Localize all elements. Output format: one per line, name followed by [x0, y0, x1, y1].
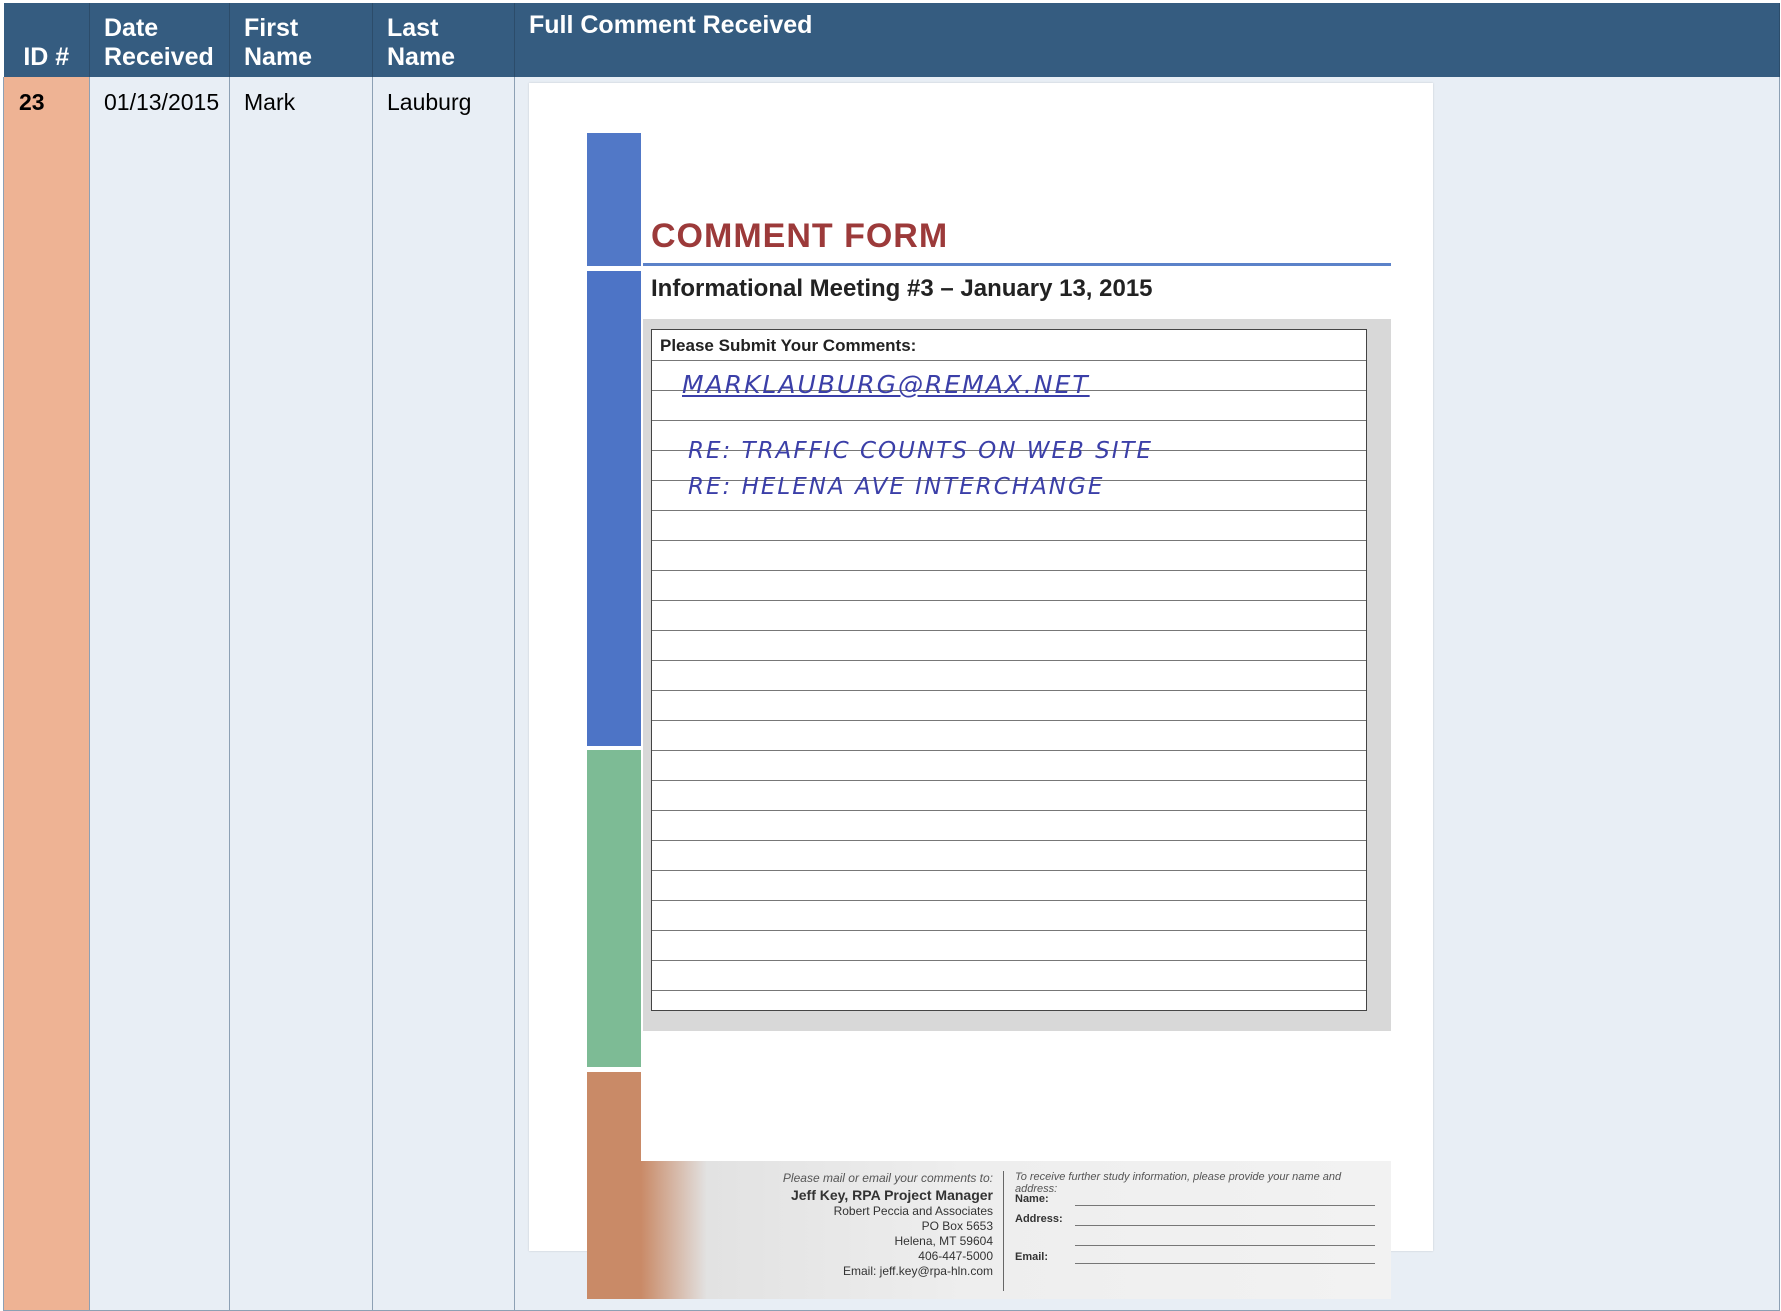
ruled-line — [652, 540, 1366, 541]
header-full-comment: Full Comment Received — [514, 3, 1780, 77]
comments-table: ID # Date Received First Name Last Name Ful… — [3, 3, 1780, 1311]
phone-number: 406-447-5000 — [918, 1249, 993, 1263]
cell-date-received: 01/13/2015 — [89, 77, 230, 1311]
ruled-line — [652, 510, 1366, 511]
contact-name: Jeff Key, RPA Project Manager — [790, 1187, 993, 1203]
green-side-bar — [587, 750, 641, 1067]
header-first-name: First Name — [229, 3, 373, 77]
blue-side-bar — [587, 133, 641, 266]
comment-box-label: Please Submit Your Comments: — [660, 336, 917, 355]
address-line — [1075, 1225, 1375, 1226]
po-box: PO Box 5653 — [921, 1219, 993, 1233]
comment-box: Please Submit Your Comments: MARKLAUBURG… — [651, 329, 1367, 1011]
ruled-line — [652, 570, 1366, 571]
address-label: Address: — [1015, 1213, 1063, 1225]
address-line — [1075, 1245, 1375, 1246]
cell-id: 23 — [3, 77, 90, 1311]
contact-email: Email: jeff.key@rpa-hln.com — [842, 1264, 993, 1278]
cell-full-comment: COMMENT FORM Informational Meeting #3 – … — [514, 77, 1780, 1311]
table-row: 23 01/13/2015 Mark Lauburg COMMENT FORM … — [3, 77, 1780, 1311]
ruled-line — [652, 780, 1366, 781]
ruled-line — [652, 840, 1366, 841]
ruled-line — [652, 630, 1366, 631]
name-label: Name: — [1015, 1193, 1049, 1205]
ruled-line — [652, 660, 1366, 661]
form-subtitle: Informational Meeting #3 – January 13, 2… — [651, 275, 1153, 302]
blue-side-bar — [587, 271, 641, 746]
ruled-line — [652, 750, 1366, 751]
cell-last-name: Lauburg — [372, 77, 515, 1311]
ruled-line — [652, 930, 1366, 931]
ruled-line — [652, 990, 1366, 991]
ruled-line — [652, 690, 1366, 691]
handwritten-email: MARKLAUBURG@REMAX.NET — [682, 370, 1090, 399]
ruled-line — [652, 420, 1366, 421]
header-id: ID # — [3, 3, 90, 77]
ruled-line — [652, 900, 1366, 901]
scanned-comment-form: COMMENT FORM Informational Meeting #3 – … — [529, 83, 1433, 1299]
ruled-line — [652, 870, 1366, 871]
company-name: Robert Peccia and Associates — [833, 1204, 993, 1218]
header-row: ID # Date Received First Name Last Name Ful… — [3, 3, 1780, 77]
city-state-zip: Helena, MT 59604 — [894, 1234, 993, 1248]
mail-prompt: Please mail or email your comments to: — [782, 1171, 993, 1185]
form-title: COMMENT FORM — [651, 217, 949, 255]
info-prompt: To receive further study information, pl… — [1015, 1171, 1342, 1195]
handwritten-comment-line: RE: HELENA AVE INTERCHANGE — [688, 474, 1105, 500]
cell-first-name: Mark — [229, 77, 373, 1311]
handwritten-comment-line: RE: TRAFFIC COUNTS ON WEB SITE — [688, 438, 1154, 464]
email-label: Email: — [1015, 1251, 1049, 1263]
mailing-info: Please mail or email your comments to: J… — [687, 1171, 993, 1279]
name-line — [1075, 1205, 1375, 1206]
title-divider — [643, 263, 1391, 266]
form-footer: Please mail or email your comments to: J… — [587, 1161, 1391, 1299]
header-last-name: Last Name — [372, 3, 515, 77]
footer-divider — [1003, 1171, 1004, 1291]
ruled-line — [652, 600, 1366, 601]
ruled-line — [652, 960, 1366, 961]
ruled-line — [652, 360, 1366, 361]
header-date-received: Date Received — [89, 3, 230, 77]
email-line — [1075, 1263, 1375, 1264]
study-info-request: To receive further study information, pl… — [1015, 1171, 1383, 1264]
ruled-line — [652, 810, 1366, 811]
ruled-line — [652, 720, 1366, 721]
